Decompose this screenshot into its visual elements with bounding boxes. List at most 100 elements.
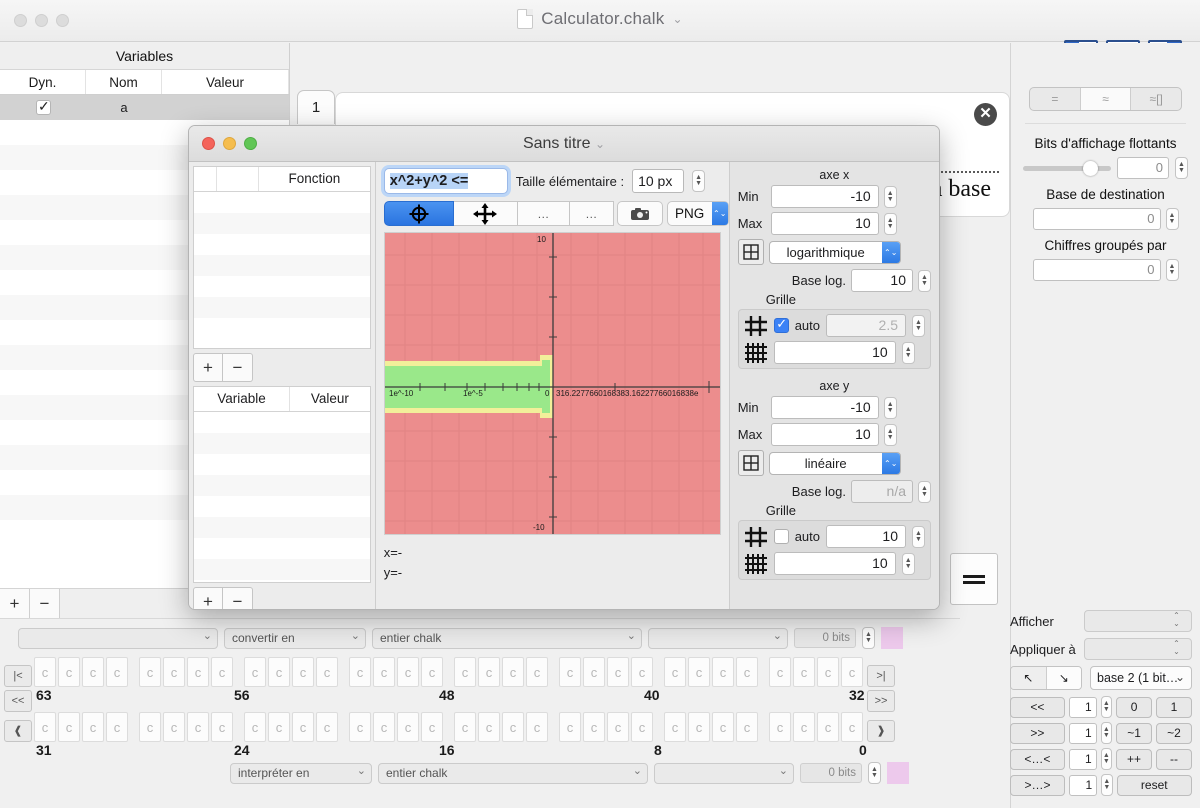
bit-cell[interactable]: c	[607, 712, 629, 742]
bit-cell[interactable]: c	[211, 657, 233, 687]
bit-cell[interactable]: c	[373, 712, 395, 742]
shift-left-button[interactable]: <<	[1010, 696, 1065, 718]
table-row[interactable]	[194, 517, 370, 538]
table-row[interactable]	[194, 412, 370, 433]
display-mode-segmented-control[interactable]: = ≈ ≈[]	[1029, 87, 1182, 111]
remove-variable-button[interactable]: −	[30, 589, 60, 618]
chevron-down-icon[interactable]: ⌃⌄	[711, 202, 728, 225]
dest-base-field[interactable]: 0	[1032, 208, 1161, 230]
bit-cell[interactable]: c	[106, 657, 128, 687]
segment-approx-interval[interactable]: ≈[]	[1131, 88, 1181, 110]
tab-1[interactable]: 1	[297, 90, 335, 124]
chevron-down-icon[interactable]: ⌃⌄	[881, 452, 900, 474]
step-right-button[interactable]: ❱	[867, 720, 895, 742]
convert-bits-field[interactable]: 0 bits	[794, 628, 856, 648]
arrow-down-right-icon[interactable]: ↘	[1045, 667, 1081, 689]
remove-function-button[interactable]: −	[223, 353, 253, 382]
bit-cell[interactable]: c	[712, 657, 734, 687]
not-two-button[interactable]: ~2	[1156, 722, 1192, 744]
bit-cell[interactable]: c	[607, 657, 629, 687]
bit-cell[interactable]: c	[211, 712, 233, 742]
close-icon[interactable]: ✕	[974, 103, 997, 126]
table-row[interactable]	[194, 433, 370, 454]
equals-button[interactable]	[950, 553, 998, 605]
column-header-valeur[interactable]: Valeur	[162, 70, 289, 94]
bit-cell[interactable]: c	[373, 657, 395, 687]
set-zero-button[interactable]: 0	[1116, 696, 1153, 718]
rotate-right-stepper[interactable]: ▲ ▼	[1101, 774, 1113, 796]
target-icon[interactable]	[383, 201, 454, 226]
interpret-in-dropdown[interactable]: interpréter en	[230, 762, 372, 784]
axis-x-grid-major-input[interactable]: 2.5	[826, 314, 906, 337]
row-dyn-cell[interactable]	[0, 98, 86, 115]
bit-cell[interactable]: c	[163, 657, 185, 687]
bit-cell[interactable]: c	[268, 712, 290, 742]
bit-cell[interactable]: c	[478, 712, 500, 742]
axis-y-baselog-input[interactable]: n/a	[851, 480, 913, 503]
bit-cell[interactable]: c	[769, 712, 791, 742]
function-col-expression[interactable]: Fonction	[259, 167, 370, 191]
dyn-checkbox[interactable]	[35, 98, 51, 115]
row-nom-cell[interactable]: a	[86, 100, 162, 115]
table-row[interactable]	[194, 213, 370, 234]
grouped-digits-stepper[interactable]: ▲ ▼	[1165, 259, 1179, 281]
bit-cell[interactable]: c	[397, 712, 419, 742]
bit-cell[interactable]: c	[664, 657, 686, 687]
rotate-right-button[interactable]: >…>	[1010, 774, 1065, 796]
axis-y-grid-major-stepper[interactable]: ▲ ▼	[912, 525, 925, 548]
axis-x-min-stepper[interactable]: ▲ ▼	[883, 185, 897, 208]
color-swatch[interactable]	[887, 762, 909, 784]
chevron-down-icon[interactable]: ⌄	[672, 12, 682, 26]
shift-left-stepper[interactable]: ▲ ▼	[1100, 696, 1113, 718]
bit-cell[interactable]: c	[292, 657, 314, 687]
bit-cell[interactable]: c	[736, 712, 758, 742]
bit-cell[interactable]: c	[58, 712, 80, 742]
not-one-button[interactable]: ~1	[1116, 722, 1153, 744]
bit-cell[interactable]: c	[559, 657, 581, 687]
convert-type-dropdown[interactable]: entier chalk	[372, 627, 642, 649]
table-row[interactable]	[194, 255, 370, 276]
convert-extra-dropdown[interactable]	[648, 627, 788, 649]
table-row[interactable]	[194, 192, 370, 213]
bit-cell[interactable]: c	[244, 712, 266, 742]
set-one-button[interactable]: 1	[1156, 696, 1192, 718]
bit-cell[interactable]: c	[736, 657, 758, 687]
step-left-button[interactable]: ❰	[4, 720, 32, 742]
column-header-valeur[interactable]: Valeur	[290, 387, 370, 411]
table-row[interactable]	[194, 318, 370, 339]
jump-end-button[interactable]: >|	[867, 665, 895, 687]
column-header-nom[interactable]: Nom	[86, 70, 162, 94]
direction-toggle[interactable]: ↖ ↘	[1010, 666, 1082, 690]
bit-cell[interactable]: c	[712, 712, 734, 742]
add-plot-variable-button[interactable]: +	[193, 587, 223, 609]
bit-cell[interactable]: c	[688, 712, 710, 742]
base-dropdown[interactable]: base 2 (1 bit…	[1090, 666, 1192, 690]
function-col-color[interactable]	[217, 167, 259, 191]
axis-y-min-stepper[interactable]: ▲ ▼	[883, 396, 897, 419]
grouped-digits-field[interactable]: 0	[1032, 259, 1161, 281]
bit-cell[interactable]: c	[454, 712, 476, 742]
bit-cell[interactable]: c	[316, 712, 338, 742]
bit-cell[interactable]: c	[454, 657, 476, 687]
axis-x-max-stepper[interactable]: ▲ ▼	[883, 212, 897, 235]
table-row[interactable]	[194, 475, 370, 496]
bit-cell[interactable]: c	[664, 712, 686, 742]
document-title[interactable]: Calculator.chalk ⌄	[0, 9, 1200, 29]
table-row[interactable]	[194, 297, 370, 318]
bit-cell[interactable]: c	[793, 657, 815, 687]
axis-y-scale-dropdown[interactable]: linéaire ⌃⌄	[768, 451, 901, 475]
chevron-down-icon[interactable]: ⌃⌄	[881, 241, 900, 263]
bit-cell[interactable]: c	[106, 712, 128, 742]
bit-cell[interactable]: c	[82, 712, 104, 742]
bit-cell[interactable]: c	[397, 657, 419, 687]
bit-cell[interactable]: c	[817, 657, 839, 687]
bit-cell[interactable]: c	[82, 657, 104, 687]
axis-x-baselog-stepper[interactable]: ▲ ▼	[918, 269, 931, 292]
bit-cell[interactable]: c	[526, 657, 548, 687]
increment-button[interactable]: ++	[1116, 748, 1153, 770]
axis-x-grid-minor-stepper[interactable]: ▲ ▼	[901, 341, 915, 364]
bit-cell[interactable]: c	[583, 657, 605, 687]
elem-size-stepper[interactable]: ▲ ▼	[692, 170, 706, 192]
jump-start-button[interactable]: |<	[4, 665, 32, 687]
add-variable-button[interactable]: +	[0, 589, 30, 618]
